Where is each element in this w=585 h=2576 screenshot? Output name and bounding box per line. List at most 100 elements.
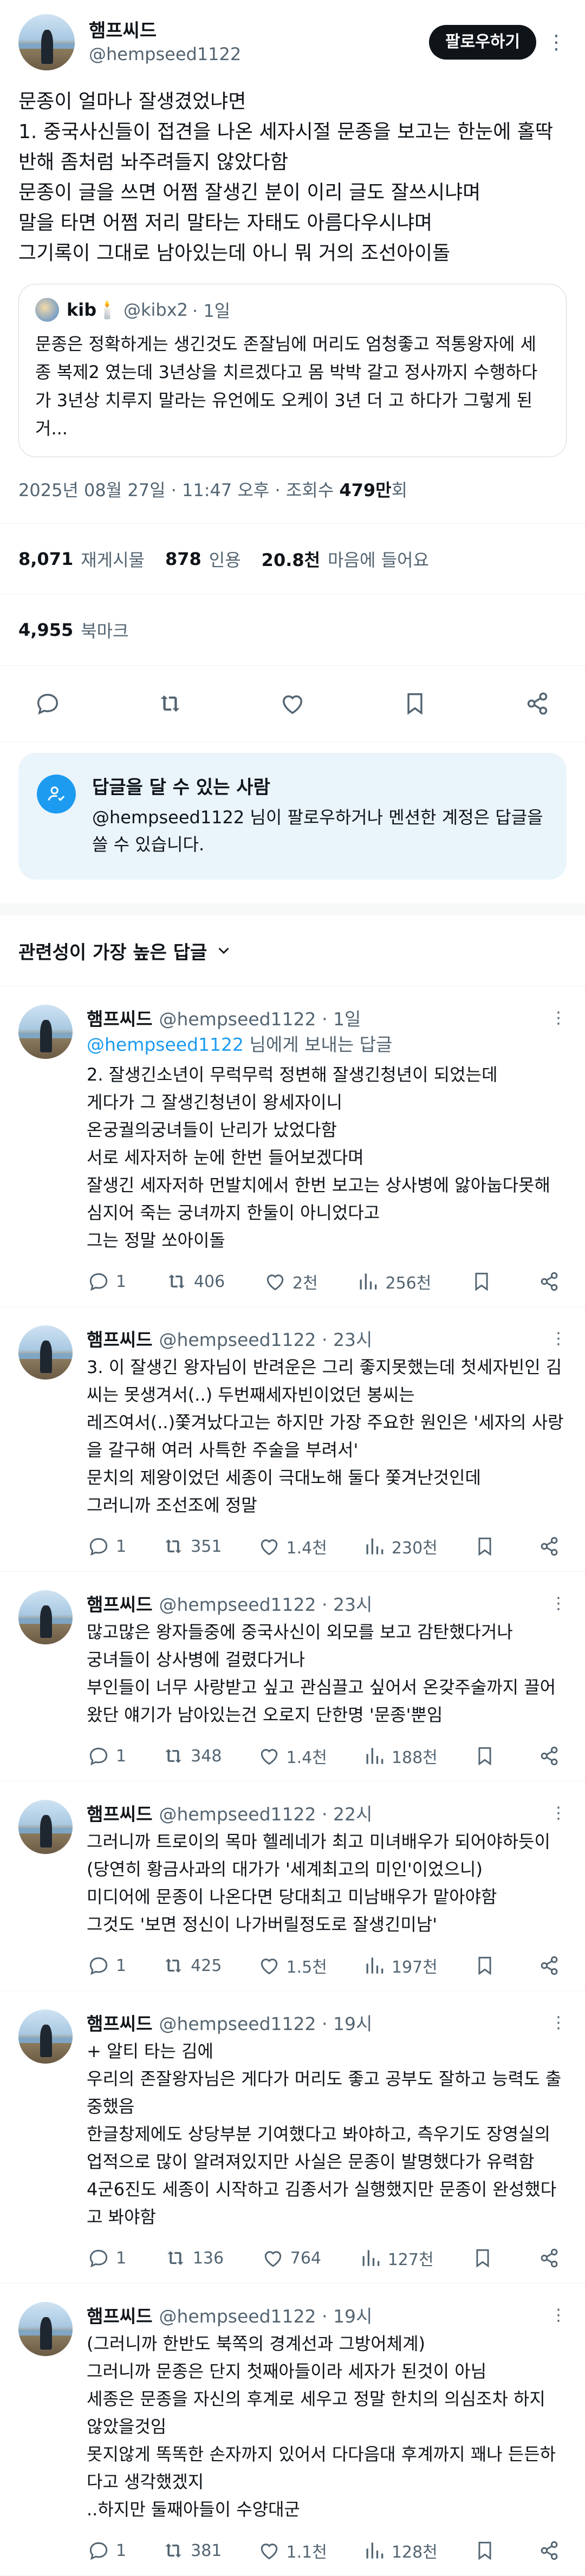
reply-author-name[interactable]: 햄프씨드 (87, 1800, 152, 1826)
reply-item[interactable]: 햄프씨드 @hempseed1122 · 19시 ⋮ + 알티 타는 김에 우리… (0, 1991, 585, 2284)
reply-author-handle[interactable]: @hempseed1122 · 23시 (159, 1590, 550, 1616)
reply-like-button[interactable]: 1.5천 (257, 1954, 327, 1977)
bookmark-count[interactable]: 4,955 (18, 620, 73, 640)
like-icon (261, 1539, 277, 1556)
reply-bookmark-button[interactable] (470, 1270, 499, 1293)
bookmark-icon[interactable] (400, 688, 430, 719)
reply-bookmark-button[interactable] (473, 1954, 502, 1977)
reply-like-button[interactable]: 1.1천 (257, 2539, 327, 2562)
more-options-icon[interactable]: ⋮ (550, 1804, 567, 1823)
reply-views-button[interactable]: 230천 (362, 1534, 438, 1558)
repost-count[interactable]: 8,071 (18, 549, 73, 569)
reply-avatar[interactable] (18, 2302, 73, 2356)
reply-item[interactable]: 햄프씨드 @hempseed1122 · 1일 ⋮ @hempseed1122 … (0, 986, 585, 1307)
share-icon[interactable] (522, 688, 552, 719)
reply-repost-button[interactable]: 425 (161, 1954, 222, 1977)
replying-to-handle[interactable]: @hempseed1122 (87, 1034, 244, 1055)
reply-item[interactable]: 햄프씨드 @hempseed1122 · 23시 ⋮ 많고많은 왕자들중에 중국… (0, 1572, 585, 1781)
like-icon[interactable] (277, 688, 308, 719)
author-avatar[interactable] (18, 14, 75, 70)
more-options-icon[interactable]: ⋮ (550, 2013, 567, 2032)
reply-repost-button[interactable]: 136 (164, 2246, 224, 2270)
reply-share-button[interactable] (537, 1744, 567, 1768)
reply-text: (그러니까 한반도 북쪽의 경계선과 그방어체계) 그러니까 문종은 단지 첫째… (87, 2333, 556, 2520)
reply-author-handle[interactable]: @hempseed1122 · 19시 (159, 2009, 550, 2035)
reply-author-name[interactable]: 햄프씨드 (87, 2302, 152, 2328)
reply-author-handle[interactable]: @hempseed1122 · 19시 (159, 2302, 550, 2328)
bookmark-label[interactable]: 북마크 (81, 617, 128, 642)
like-count[interactable]: 20.8천 (262, 547, 320, 571)
follow-button[interactable]: 팔로우하기 (429, 25, 536, 60)
more-options-icon[interactable]: ⋮ (550, 1009, 567, 1027)
reply-repost-button[interactable]: 381 (161, 2539, 222, 2562)
reply-item[interactable]: 햄프씨드 @hempseed1122 · 19시 ⋮ (그러니까 한반도 북쪽의… (0, 2284, 585, 2576)
more-options-icon[interactable]: ⋮ (550, 2306, 567, 2325)
reply-body: 햄프씨드 @hempseed1122 · 22시 ⋮ 그러니까 트로이의 목마 … (87, 1800, 567, 1977)
reply-avatar[interactable] (18, 2009, 73, 2064)
reply-bookmark-button[interactable] (473, 1744, 502, 1768)
reply-author-name[interactable]: 햄프씨드 (87, 1325, 152, 1351)
reply-avatar[interactable] (18, 1005, 73, 1059)
reply-avatar[interactable] (18, 1590, 73, 1644)
reply-like-button[interactable]: 2천 (263, 1270, 318, 1293)
reply-list: 햄프씨드 @hempseed1122 · 1일 ⋮ @hempseed1122 … (0, 986, 585, 2576)
view-count: 188천 (391, 1748, 438, 1767)
like-count: 1.4천 (286, 1539, 327, 1558)
reply-like-button[interactable]: 1.4천 (257, 1534, 327, 1558)
reply-author-name[interactable]: 햄프씨드 (87, 2009, 152, 2035)
reply-share-button[interactable] (537, 1534, 567, 1558)
reply-sort-dropdown[interactable]: 관련성이 가장 높은 답글 (0, 915, 585, 986)
repost-icon[interactable] (155, 688, 185, 719)
reply-like-button[interactable]: 1.4천 (257, 1744, 327, 1768)
reply-share-button[interactable] (537, 1270, 567, 1293)
reply-item[interactable]: 햄프씨드 @hempseed1122 · 23시 ⋮ 3. 이 잘생긴 왕자님이… (0, 1307, 585, 1572)
author-handle[interactable]: @hempseed1122 (89, 43, 429, 66)
repost-label[interactable]: 재게시물 (81, 547, 145, 571)
repost-icon (165, 1749, 181, 1763)
reply-views-button[interactable]: 188천 (362, 1744, 438, 1768)
quote-label[interactable]: 인용 (209, 547, 241, 571)
reply-bookmark-button[interactable] (471, 2246, 500, 2270)
reply-reply-button[interactable]: 1 (87, 2246, 126, 2270)
reply-repost-button[interactable]: 351 (161, 1534, 222, 1558)
bookmark-icon (478, 1747, 491, 1766)
quote-count[interactable]: 878 (165, 549, 202, 569)
reply-reply-button[interactable]: 1 (87, 2539, 126, 2562)
reply-views-button[interactable]: 128천 (362, 2539, 438, 2562)
reply-avatar[interactable] (18, 1325, 73, 1380)
quoted-author-name: kib🕯️ (67, 300, 118, 320)
reply-author-handle[interactable]: @hempseed1122 · 1일 (159, 1005, 550, 1031)
reply-icon[interactable] (32, 688, 63, 719)
reply-views-button[interactable]: 256천 (356, 1270, 431, 1293)
reply-author-handle[interactable]: @hempseed1122 · 22시 (159, 1800, 550, 1826)
reply-share-button[interactable] (537, 2246, 567, 2270)
reply-icon (89, 1747, 108, 1766)
divider (0, 741, 585, 742)
post-timestamp[interactable]: 2025년 08월 27일 · 11:47 오후 · 조회수 (18, 480, 339, 500)
reply-repost-button[interactable]: 406 (165, 1270, 225, 1293)
author-name[interactable]: 햄프씨드 (89, 19, 429, 43)
quoted-post[interactable]: kib🕯️ @kibx2 · 1일 문종은 정확하게는 생긴것도 존잘님에 머리… (18, 284, 567, 457)
reply-icon (89, 2542, 108, 2560)
reply-author-handle[interactable]: @hempseed1122 · 23시 (159, 1325, 550, 1351)
like-label[interactable]: 마음에 들어요 (328, 547, 429, 571)
reply-repost-button[interactable]: 348 (161, 1744, 222, 1768)
reply-share-button[interactable] (537, 2539, 567, 2562)
reply-bookmark-button[interactable] (473, 2539, 502, 2562)
more-options-icon[interactable]: ⋮ (545, 31, 567, 54)
reply-author-name[interactable]: 햄프씨드 (87, 1590, 152, 1616)
reply-reply-button[interactable]: 1 (87, 1270, 126, 1293)
reply-share-button[interactable] (537, 1954, 567, 1977)
reply-author-name[interactable]: 햄프씨드 (87, 1005, 152, 1031)
more-options-icon[interactable]: ⋮ (550, 1329, 567, 1348)
reply-bookmark-button[interactable] (473, 1534, 502, 1558)
reply-reply-button[interactable]: 1 (87, 1954, 126, 1977)
reply-item[interactable]: 햄프씨드 @hempseed1122 · 22시 ⋮ 그러니까 트로이의 목마 … (0, 1781, 585, 1991)
reply-reply-button[interactable]: 1 (87, 1744, 126, 1768)
reply-reply-button[interactable]: 1 (87, 1534, 126, 1558)
reply-like-button[interactable]: 764 (261, 2246, 321, 2270)
reply-avatar[interactable] (18, 1800, 73, 1854)
reply-views-button[interactable]: 127천 (359, 2246, 434, 2270)
more-options-icon[interactable]: ⋮ (550, 1594, 567, 1613)
reply-views-button[interactable]: 197천 (362, 1954, 438, 1977)
